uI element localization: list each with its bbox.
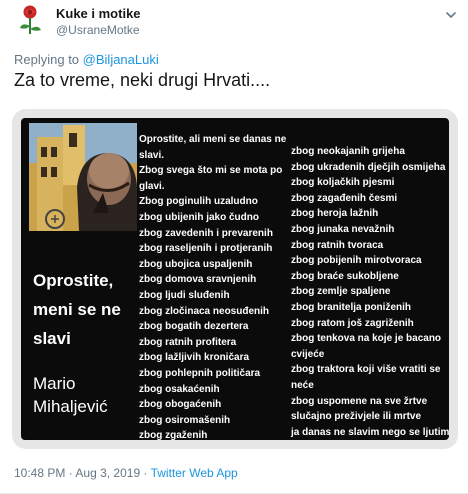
poem-line: zbog ubojica uspaljenih xyxy=(139,258,253,270)
poem-column-left: Oprostite, ali meni se danas ne slavi. Zbo… xyxy=(139,132,289,440)
poem-line: zbog ukradenih dječjih osmijeha xyxy=(291,161,446,173)
poem-column-right: zbog neokajanih grijeha zbog ukradenih dj… xyxy=(291,144,449,440)
poem-line: cvijeće xyxy=(291,348,325,360)
poem-line: Oprostite, ali meni se danas ne xyxy=(139,134,287,145)
author-portrait-icon xyxy=(29,123,137,231)
poem-line: zbog koljačkih pjesmi xyxy=(291,177,395,189)
poem-line: zbog zavedenih i prevarenih xyxy=(139,227,273,239)
poem-line: zbog domova sravnjenih xyxy=(139,274,257,286)
poem-line: zbog branitelja poniženih xyxy=(291,301,411,313)
poem-line: zbog ratom još zagriženih xyxy=(291,317,414,329)
poem-line: zbog junaka nevažnih xyxy=(291,223,395,235)
poem-line: zbog ratnih profitera xyxy=(139,336,237,348)
tweet-text: Za to vreme, neki drugi Hrvati.... xyxy=(14,70,271,90)
handle[interactable]: @UsraneMotke xyxy=(56,22,141,38)
poem-line: ja danas ne slavim nego se ljutim. xyxy=(291,426,449,438)
poem-line: zbog osiromašenih xyxy=(139,414,231,426)
tweet-timestamp: 10:48 PM · Aug 3, 2019 · Twitter Web App xyxy=(14,466,238,480)
poem-line: zbog traktora koji više vratiti se xyxy=(291,364,441,376)
chevron-down-icon[interactable] xyxy=(444,8,458,22)
poem-line: Zbog poginulih uzaludno xyxy=(139,196,258,208)
poem-line: zbog pobijenih mirotvoraca xyxy=(291,255,422,267)
poem-line: zbog osakaćenih xyxy=(139,383,220,395)
poem-line: glavi. xyxy=(139,180,165,192)
tweet: Kuke i motike @UsraneMotke Replying to @… xyxy=(0,0,468,494)
poem-line: neće xyxy=(291,379,314,391)
poem-line: zbog obogaćenih xyxy=(139,399,222,411)
reply-mention-link[interactable]: @BiljanaLuki xyxy=(83,52,159,67)
poem-line: zbog ljudi sluđenih xyxy=(139,289,230,301)
poem-line: zbog heroja lažnih xyxy=(291,208,379,220)
poem-line: zbog zemlje spaljene xyxy=(291,286,391,298)
poem-line: zbog raseljenih i protjeranih xyxy=(139,243,273,255)
display-name[interactable]: Kuke i motike xyxy=(56,6,141,22)
poem-line: zbog lažljivih kroničara xyxy=(139,352,250,364)
date[interactable]: Aug 3, 2019 xyxy=(75,466,140,480)
poem-line: zbog braće sukobljene xyxy=(291,270,399,282)
poem-line: zbog ubijenih jako čudno xyxy=(139,211,259,223)
poem-line: zbog neokajanih grijeha xyxy=(291,146,405,157)
poem-card-image: Oprostite, meni se ne slavi Mario Mihalj… xyxy=(21,118,449,440)
tweet-media[interactable]: Oprostite, meni se ne slavi Mario Mihalj… xyxy=(12,109,458,449)
poem-line: zbog bogatih dezertera xyxy=(139,321,249,333)
poem-line: zbog ratnih tvoraca xyxy=(291,239,384,251)
poem-line: slavi. xyxy=(139,149,165,161)
poem-line: zbog zločinaca neosuđenih xyxy=(139,305,270,317)
poem-line: zbog zagađenih česmi xyxy=(291,192,398,204)
poem-line: Zbog svega što mi se mota po xyxy=(139,165,283,177)
author-info: Kuke i motike @UsraneMotke xyxy=(56,6,141,38)
time[interactable]: 10:48 PM xyxy=(14,466,65,480)
poem-line: zbog pohlepnih političara xyxy=(139,367,261,379)
poem-line: zbog uspomene na sve žrtve xyxy=(291,395,428,407)
author-photo xyxy=(29,123,137,231)
avatar[interactable] xyxy=(14,4,46,36)
rose-logo-icon xyxy=(20,5,41,34)
poem-line: zbog zgaženih xyxy=(139,430,208,440)
book-title: Oprostite, meni se ne slavi xyxy=(33,271,121,348)
replying-prefix: Replying to xyxy=(14,52,80,67)
replying-to: Replying to @BiljanaLuki xyxy=(14,52,159,67)
book-author: Mario Mihaljević xyxy=(33,374,108,416)
poem-line: slučajno preživjele ili mrtve xyxy=(291,411,422,423)
poem-line: zbog tenkova na koje je bacano xyxy=(291,333,442,345)
source-link[interactable]: Twitter Web App xyxy=(151,466,238,480)
